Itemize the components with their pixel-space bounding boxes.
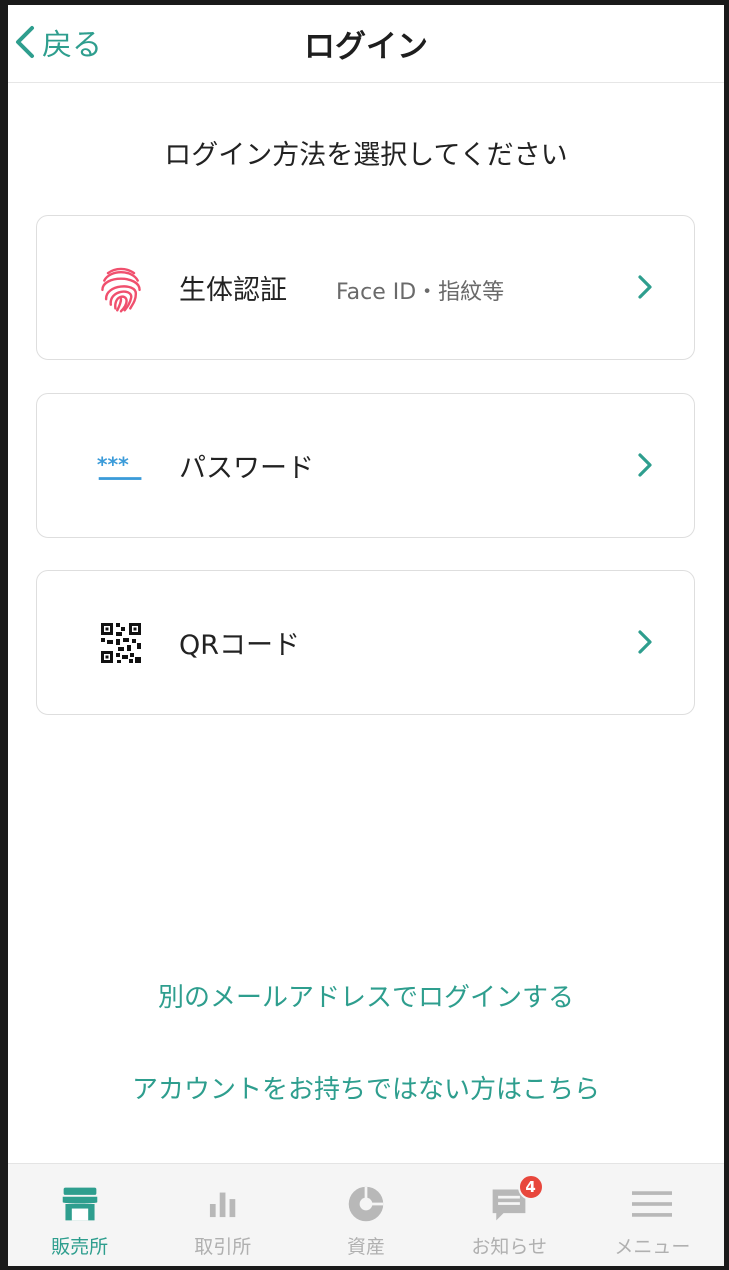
tab-store[interactable]: 販売所 xyxy=(8,1164,151,1266)
notification-badge: 4 xyxy=(517,1174,544,1200)
tab-label: 販売所 xyxy=(51,1236,109,1258)
password-login-option[interactable]: *** パスワード xyxy=(36,393,695,538)
tab-label: 資産 xyxy=(347,1236,386,1258)
tab-menu[interactable]: メニュー xyxy=(581,1164,724,1266)
no-account-link[interactable]: アカウントをお持ちではない方はこちら xyxy=(8,1069,724,1106)
chevron-right-icon xyxy=(638,275,652,299)
biometric-label: 生体認証 xyxy=(179,275,287,306)
tab-label: メニュー xyxy=(614,1236,691,1258)
biometric-sublabel: Face ID・指紋等 xyxy=(336,280,505,305)
tab-assets[interactable]: 資産 xyxy=(294,1164,437,1266)
bottom-tab-bar: 販売所 取引所 資産 4 お知らせ メニュー xyxy=(8,1163,724,1266)
tab-notifications[interactable]: 4 お知らせ xyxy=(438,1164,581,1266)
login-screen: 戻る ログイン ログイン方法を選択してください 生体認証 Face ID・指紋等 xyxy=(8,5,724,1266)
qr-code-icon xyxy=(93,615,149,671)
tab-label: 取引所 xyxy=(194,1236,252,1258)
tab-exchange[interactable]: 取引所 xyxy=(151,1164,294,1266)
fingerprint-icon xyxy=(93,260,149,316)
store-icon xyxy=(58,1182,102,1226)
tab-label: お知らせ xyxy=(471,1236,548,1258)
password-icon: *** xyxy=(93,438,149,494)
svg-text:***: *** xyxy=(97,453,129,477)
password-label: パスワード xyxy=(179,453,314,484)
other-email-login-link[interactable]: 別のメールアドレスでログインする xyxy=(8,977,724,1014)
pie-chart-icon xyxy=(344,1182,388,1226)
chevron-right-icon xyxy=(638,630,652,654)
chevron-right-icon xyxy=(638,453,652,477)
bar-chart-icon xyxy=(201,1182,245,1226)
qr-login-option[interactable]: QRコード xyxy=(36,570,695,715)
login-method-prompt: ログイン方法を選択してください xyxy=(164,140,568,171)
page-title: ログイン xyxy=(304,29,428,65)
biometric-login-option[interactable]: 生体認証 Face ID・指紋等 xyxy=(36,215,695,360)
header-bar: 戻る ログイン xyxy=(8,5,724,83)
menu-icon xyxy=(630,1182,674,1226)
qr-code-label: QRコード xyxy=(179,630,301,661)
